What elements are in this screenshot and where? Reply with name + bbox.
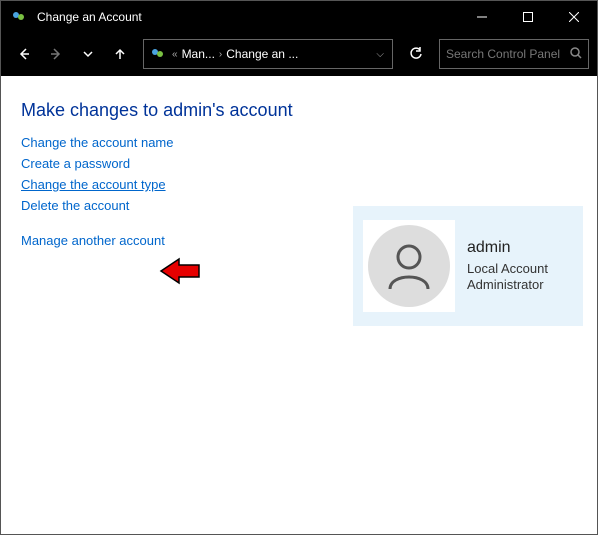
minimize-button[interactable] bbox=[459, 1, 505, 32]
breadcrumb-seg-1[interactable]: Man... bbox=[182, 47, 215, 61]
titlebar: Change an Account bbox=[1, 1, 597, 32]
maximize-button[interactable] bbox=[505, 1, 551, 32]
close-button[interactable] bbox=[551, 1, 597, 32]
manage-another-account-link[interactable]: Manage another account bbox=[21, 233, 361, 248]
user-role: Administrator bbox=[467, 277, 548, 294]
navbar: « Man... › Change an ... ⌵ bbox=[1, 32, 597, 76]
left-column: Make changes to admin's account Change t… bbox=[21, 100, 361, 510]
user-name: admin bbox=[467, 238, 548, 259]
search-icon[interactable] bbox=[570, 47, 582, 62]
chevron-left-icon: « bbox=[172, 49, 178, 60]
content-area: Make changes to admin's account Change t… bbox=[1, 76, 597, 534]
search-box[interactable] bbox=[439, 39, 589, 69]
user-info: admin Local Account Administrator bbox=[467, 238, 548, 295]
avatar-placeholder-icon bbox=[368, 225, 450, 307]
user-card: admin Local Account Administrator bbox=[353, 206, 583, 326]
back-button[interactable] bbox=[9, 39, 39, 69]
up-button[interactable] bbox=[105, 39, 135, 69]
change-account-name-link[interactable]: Change the account name bbox=[21, 135, 361, 150]
breadcrumb-dropdown-icon[interactable]: ⌵ bbox=[376, 49, 388, 60]
app-icon bbox=[9, 7, 29, 27]
breadcrumb-icon bbox=[148, 46, 168, 62]
breadcrumb-seg-2[interactable]: Change an ... bbox=[226, 47, 298, 61]
action-links-list: Change the account name Create a passwor… bbox=[21, 135, 361, 248]
page-heading: Make changes to admin's account bbox=[21, 100, 361, 121]
window-title: Change an Account bbox=[37, 10, 142, 24]
avatar bbox=[363, 220, 455, 312]
refresh-button[interactable] bbox=[401, 39, 431, 69]
create-password-link[interactable]: Create a password bbox=[21, 156, 361, 171]
annotation-arrow-icon bbox=[159, 257, 201, 285]
forward-button[interactable] bbox=[41, 39, 71, 69]
user-account-type: Local Account bbox=[467, 261, 548, 278]
change-account-type-link[interactable]: Change the account type bbox=[21, 177, 361, 192]
search-input[interactable] bbox=[446, 47, 570, 61]
chevron-right-icon: › bbox=[219, 49, 222, 60]
breadcrumb[interactable]: « Man... › Change an ... ⌵ bbox=[143, 39, 393, 69]
delete-account-link[interactable]: Delete the account bbox=[21, 198, 361, 213]
recent-locations-button[interactable] bbox=[73, 39, 103, 69]
change-account-window: Change an Account bbox=[0, 0, 598, 535]
